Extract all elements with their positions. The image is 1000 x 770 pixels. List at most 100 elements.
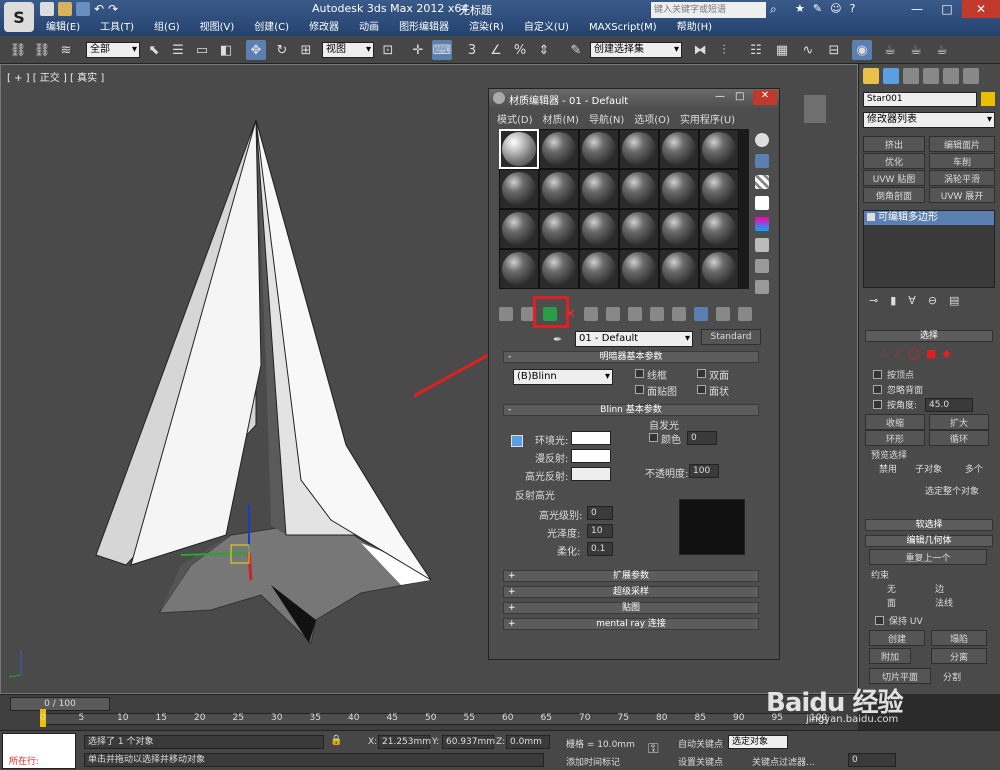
rendered-frame-icon[interactable]: ☕ bbox=[906, 40, 926, 60]
new-file-icon[interactable] bbox=[40, 2, 54, 16]
loop-button[interactable]: 循环 bbox=[929, 430, 989, 446]
eyedropper-icon[interactable]: ✒ bbox=[553, 333, 562, 346]
search-input[interactable]: 键入关键字或短语 bbox=[651, 2, 766, 18]
supersampling-rollout[interactable]: + 超级采样 bbox=[503, 586, 759, 598]
menu-item[interactable]: 材质(M) bbox=[543, 111, 579, 126]
rect-select-icon[interactable]: ▭ bbox=[192, 40, 212, 60]
window-crossing-icon[interactable]: ◧ bbox=[216, 40, 236, 60]
menu-item[interactable]: 图形编辑器 bbox=[389, 20, 459, 36]
x-coordinate[interactable]: 21.253mm bbox=[378, 735, 431, 749]
named-selection-dropdown[interactable]: 创建选择集 bbox=[590, 42, 682, 58]
sample-slot[interactable] bbox=[619, 129, 659, 169]
sample-slot[interactable] bbox=[499, 169, 539, 209]
menu-item[interactable]: 工具(T) bbox=[90, 20, 144, 36]
go-to-parent-icon[interactable] bbox=[715, 307, 730, 321]
render-setup-icon[interactable]: ☕ bbox=[880, 40, 900, 60]
bind-spacewarp-icon[interactable]: ≋ bbox=[56, 40, 76, 60]
get-material-icon[interactable] bbox=[499, 307, 513, 321]
put-to-library-icon[interactable] bbox=[627, 307, 642, 321]
hierarchy-tab-icon[interactable] bbox=[903, 68, 919, 84]
key-mode-dropdown[interactable]: 选定对象 bbox=[728, 735, 788, 749]
menu-item[interactable]: MAXScript(M) bbox=[579, 20, 667, 36]
pin-stack-icon[interactable]: ⊸ bbox=[869, 294, 878, 307]
object-color-swatch[interactable] bbox=[981, 92, 995, 106]
z-coordinate[interactable]: 0.0mm bbox=[506, 735, 550, 749]
select-move-icon[interactable]: ✥ bbox=[246, 40, 266, 60]
current-frame-spinner[interactable]: 0 bbox=[848, 753, 896, 767]
select-by-name-icon[interactable]: ☰ bbox=[168, 40, 188, 60]
sample-slot[interactable] bbox=[619, 249, 659, 289]
menu-item[interactable]: 创建(C) bbox=[244, 20, 299, 36]
glossiness-spinner[interactable]: 10 bbox=[587, 524, 613, 538]
sample-slot[interactable] bbox=[659, 249, 699, 289]
specular-swatch[interactable] bbox=[571, 467, 611, 481]
make-unique-icon[interactable]: ∀ bbox=[908, 294, 916, 307]
align-icon[interactable]: ⫶ bbox=[714, 40, 734, 60]
copy-material-icon[interactable] bbox=[583, 307, 598, 321]
curve-editor-icon[interactable]: ∿ bbox=[798, 40, 818, 60]
menu-item[interactable]: 实用程序(U) bbox=[680, 111, 735, 126]
soften-spinner[interactable]: 0.1 bbox=[587, 542, 613, 556]
link-icon[interactable]: ⛓ bbox=[8, 40, 28, 60]
sample-slot[interactable] bbox=[699, 249, 739, 289]
sample-slot[interactable] bbox=[499, 129, 539, 169]
modifier-button-uvw-map[interactable]: UVW 贴图 bbox=[863, 170, 925, 186]
by-angle-checkbox[interactable] bbox=[873, 400, 882, 409]
ring-button[interactable]: 环形 bbox=[865, 430, 925, 446]
help-icon[interactable]: ? bbox=[850, 2, 856, 15]
sample-slot[interactable] bbox=[539, 129, 579, 169]
material-name-field[interactable]: 01 - Default bbox=[575, 331, 693, 347]
remove-modifier-icon[interactable]: ⊖ bbox=[928, 294, 937, 307]
menu-item[interactable]: 选项(O) bbox=[634, 111, 670, 126]
sample-slot[interactable] bbox=[579, 169, 619, 209]
background-icon[interactable] bbox=[755, 175, 769, 189]
key-icon[interactable]: ⚿ bbox=[648, 741, 659, 757]
mental-ray-rollout[interactable]: + mental ray 连接 bbox=[503, 618, 759, 630]
constraint-face[interactable]: 面 bbox=[887, 596, 896, 609]
two-sided-checkbox[interactable] bbox=[697, 369, 706, 378]
faceted-checkbox[interactable] bbox=[697, 385, 706, 394]
select-by-material-icon[interactable] bbox=[755, 280, 769, 294]
show-end-result-icon[interactable] bbox=[693, 307, 708, 321]
modifier-list-dropdown[interactable]: 修改器列表 bbox=[863, 112, 995, 128]
layer-manager-icon[interactable]: ☷ bbox=[746, 40, 766, 60]
repeat-last-button[interactable]: 重复上一个 bbox=[869, 549, 987, 565]
keyboard-shortcut-icon[interactable]: ⌨ bbox=[432, 40, 452, 60]
material-type-button[interactable]: Standard bbox=[701, 329, 761, 345]
angle-snap-icon[interactable]: ∠ bbox=[486, 40, 506, 60]
go-to-sibling-icon[interactable] bbox=[737, 307, 752, 321]
soft-selection-rollout[interactable]: 软选择 bbox=[865, 519, 993, 531]
material-editor-titlebar[interactable]: 材质编辑器 - 01 - Default — □ ✕ bbox=[489, 89, 779, 107]
material-id-icon[interactable] bbox=[649, 307, 664, 321]
ambient-swatch[interactable] bbox=[571, 431, 611, 445]
modifier-button-optimize[interactable]: 优化 bbox=[863, 153, 925, 169]
preview-option-multi[interactable]: 多个 bbox=[965, 462, 983, 475]
diffuse-swatch[interactable] bbox=[571, 449, 611, 463]
modifier-button-lathe[interactable]: 车削 bbox=[929, 153, 995, 169]
selection-filter-dropdown[interactable]: 全部 bbox=[86, 42, 140, 58]
show-end-result-icon[interactable]: ▮ bbox=[890, 294, 896, 307]
tools-icon[interactable]: ✎ bbox=[813, 2, 822, 15]
menu-item[interactable]: 模式(D) bbox=[497, 111, 533, 126]
add-time-tag[interactable]: 添加时间标记 bbox=[566, 755, 620, 768]
motion-tab-icon[interactable] bbox=[923, 68, 939, 84]
render-production-icon[interactable]: ☕ bbox=[932, 40, 952, 60]
collapse-button[interactable]: 塌陷 bbox=[931, 630, 987, 646]
sample-slot[interactable] bbox=[619, 209, 659, 249]
sample-slot[interactable] bbox=[659, 129, 699, 169]
auto-key-label[interactable]: 自动关键点 bbox=[678, 737, 723, 750]
modifier-button-extrude[interactable]: 挤出 bbox=[863, 136, 925, 152]
backlight-icon[interactable] bbox=[755, 154, 769, 168]
menu-item[interactable]: 视图(V) bbox=[190, 20, 245, 36]
extended-params-rollout[interactable]: + 扩展参数 bbox=[503, 570, 759, 582]
spinner-snap-icon[interactable]: ⇕ bbox=[534, 40, 554, 60]
sample-type-icon[interactable] bbox=[755, 133, 769, 147]
open-file-icon[interactable] bbox=[58, 2, 72, 16]
unlink-icon[interactable]: ⛓ bbox=[32, 40, 52, 60]
configure-sets-icon[interactable]: ▤ bbox=[949, 294, 959, 307]
y-coordinate[interactable]: 60.937mm bbox=[442, 735, 495, 749]
graphite-tools-icon[interactable]: ▦ bbox=[772, 40, 792, 60]
select-scale-icon[interactable]: ⊞ bbox=[296, 40, 316, 60]
constraint-normal[interactable]: 法线 bbox=[935, 596, 953, 609]
create-tab-icon[interactable] bbox=[863, 68, 879, 84]
